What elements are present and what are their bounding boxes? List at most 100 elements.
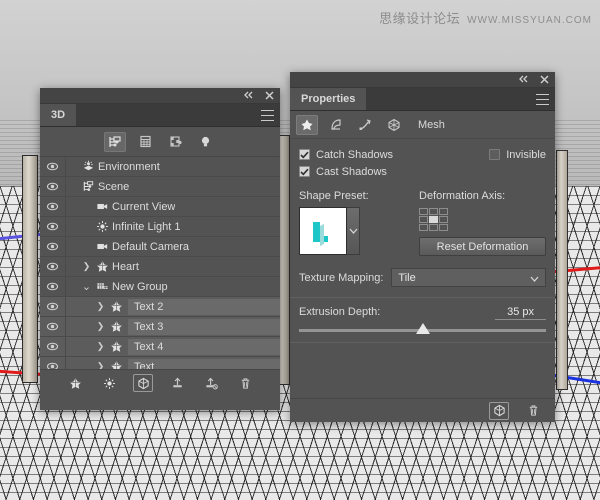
close-icon[interactable] [263,89,275,101]
tree-row[interactable]: ❯Text [40,357,280,369]
3d-panel-titlebar[interactable] [40,88,280,104]
delete-button[interactable] [523,402,543,420]
chevron-right-icon[interactable]: ❯ [94,317,107,337]
3d-panel: 3D [40,88,280,410]
3d-extruded-object-left[interactable] [22,155,38,383]
visibility-toggle-eye-icon[interactable] [40,257,66,277]
visibility-toggle-eye-icon[interactable] [40,357,66,370]
cast-shadows-label: Cast Shadows [316,166,387,178]
mesh-icon [93,257,112,277]
extrusion-depth-slider-thumb[interactable] [416,323,430,334]
tree-row[interactable]: Default Camera [40,237,280,257]
invisible-checkbox[interactable] [489,149,500,160]
deform-cell-0[interactable] [419,208,428,215]
panel-menu-icon[interactable] [261,110,274,121]
extrusion-depth-slider[interactable] [299,329,546,332]
deform-cell-6[interactable] [419,224,428,231]
coordinates-tab[interactable] [383,115,405,135]
camera-icon [93,197,112,217]
visibility-toggle-eye-icon[interactable] [40,317,66,337]
chevron-right-icon[interactable]: ❯ [94,297,107,317]
render-button[interactable] [133,374,153,392]
properties-panel-footer [290,398,555,422]
add-light-button[interactable] [99,374,119,392]
add-ior-button[interactable] [167,374,187,392]
visibility-toggle-eye-icon[interactable] [40,337,66,357]
tree-row-label: New Group [112,281,168,293]
tree-row[interactable]: ❯ Text 3 [40,317,280,337]
shape-preset-thumbnail[interactable] [299,207,347,255]
mesh-tab[interactable] [296,115,318,135]
tab-3d[interactable]: 3D [40,104,76,126]
tree-row[interactable]: Current View [40,197,280,217]
shape-preset-dropdown-button[interactable] [347,207,360,255]
panel-menu-icon[interactable] [536,94,549,105]
visibility-toggle-eye-icon[interactable] [40,157,66,177]
tree-row[interactable]: Scene [40,177,280,197]
tree-row-label: Text 3 [128,319,280,335]
tree-row[interactable]: ⌄ New Group [40,277,280,297]
chevron-placeholder [66,157,79,177]
visibility-toggle-eye-icon[interactable] [40,297,66,317]
3d-scene-tree[interactable]: Environment Scene Current ViewInfinite Lig… [40,157,280,369]
delete-button[interactable] [235,374,255,392]
deform-cell-4[interactable] [429,216,438,223]
watermark-url-text: WWW.MISSYUAN.COM [467,15,592,26]
deform-cell-2[interactable] [439,208,448,215]
scene-filter[interactable] [104,132,126,152]
catch-shadows-label: Catch Shadows [316,149,393,161]
mesh-icon [107,297,126,317]
visibility-toggle-eye-icon[interactable] [40,277,66,297]
double-chevron-left-icon[interactable] [517,73,529,85]
cast-shadows-checkbox[interactable] [299,166,310,177]
visibility-toggle-eye-icon[interactable] [40,197,66,217]
visibility-toggle-eye-icon[interactable] [40,177,66,197]
tree-row[interactable]: Environment [40,157,280,177]
double-chevron-left-icon[interactable] [242,89,254,101]
deform-tab[interactable] [325,115,347,135]
tree-row[interactable]: ❯Heart [40,257,280,277]
properties-panel-tabstrip: Properties [290,88,555,111]
properties-panel: Properties [290,72,555,422]
catch-shadows-checkbox[interactable] [299,149,310,160]
chevron-down-icon[interactable]: ⌄ [80,277,93,297]
deform-cell-8[interactable] [439,224,448,231]
tree-row-label: Default Camera [112,241,189,253]
extruded-L-shape-icon [313,222,320,242]
tree-row-label: Scene [98,181,129,193]
deform-cell-3[interactable] [419,216,428,223]
material-filter[interactable] [164,132,186,152]
properties-tab-icons: Mesh [290,111,555,139]
chevron-right-icon[interactable]: ❯ [80,257,93,277]
remove-ior-button[interactable] [201,374,221,392]
tree-row[interactable]: ❯ Text 4 [40,337,280,357]
chevron-right-icon[interactable]: ❯ [94,337,107,357]
add-mesh-button[interactable] [65,374,85,392]
close-icon[interactable] [538,73,550,85]
tree-row[interactable]: ❯Text 2 [40,297,280,317]
visibility-toggle-eye-icon[interactable] [40,237,66,257]
mesh-filter[interactable] [134,132,156,152]
deformation-axis-grid[interactable] [419,208,451,230]
tree-row-label: Text 4 [128,339,280,355]
cap-tab[interactable] [354,115,376,135]
deform-cell-7[interactable] [429,224,438,231]
shape-preset-label: Shape Preset: [299,190,411,202]
properties-panel-titlebar[interactable] [290,72,555,88]
properties-body: Catch Shadows Invisible Cast Shadows Sha… [290,139,555,343]
active-tab-label: Mesh [418,119,445,131]
light-filter[interactable] [194,132,216,152]
texture-mapping-value: Tile [398,272,415,284]
tab-properties[interactable]: Properties [290,88,366,110]
deform-cell-5[interactable] [439,216,448,223]
reset-deformation-button[interactable]: Reset Deformation [419,237,546,256]
light-icon [93,217,112,237]
deform-cell-1[interactable] [429,208,438,215]
extrusion-depth-value[interactable]: 35 px [495,306,546,320]
3d-extruded-object-right[interactable] [556,150,568,390]
render-button[interactable] [489,402,509,420]
texture-mapping-select[interactable]: Tile [391,268,546,287]
tree-row[interactable]: Infinite Light 1 [40,217,280,237]
visibility-toggle-eye-icon[interactable] [40,217,66,237]
chevron-right-icon[interactable]: ❯ [94,357,107,370]
